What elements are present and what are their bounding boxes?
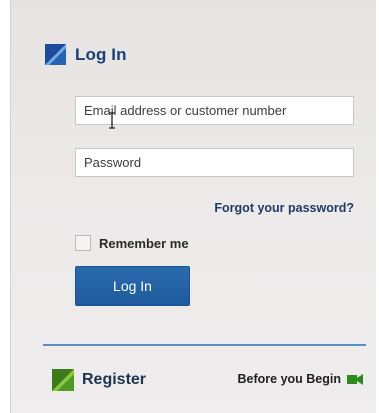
before-you-begin-label: Before you Begin [237,372,342,386]
before-you-begin-link[interactable]: Before you Begin [237,372,363,386]
register-link[interactable]: Register [52,369,146,391]
remember-me-label: Remember me [99,235,189,251]
login-button[interactable]: Log In [75,266,190,306]
register-label: Register [82,371,147,388]
forgot-password-link[interactable]: Forgot your password? [214,201,354,215]
page-title: Log In [75,44,127,64]
register-logo-icon [52,369,74,391]
remember-me-checkbox[interactable] [75,235,91,251]
password-field[interactable] [75,148,354,177]
login-header: Log In [45,44,127,65]
login-logo-icon [45,44,66,65]
video-camera-icon [347,373,363,385]
remember-me-option[interactable]: Remember me [75,235,189,251]
section-divider [43,344,366,346]
text-cursor-icon [109,112,115,129]
